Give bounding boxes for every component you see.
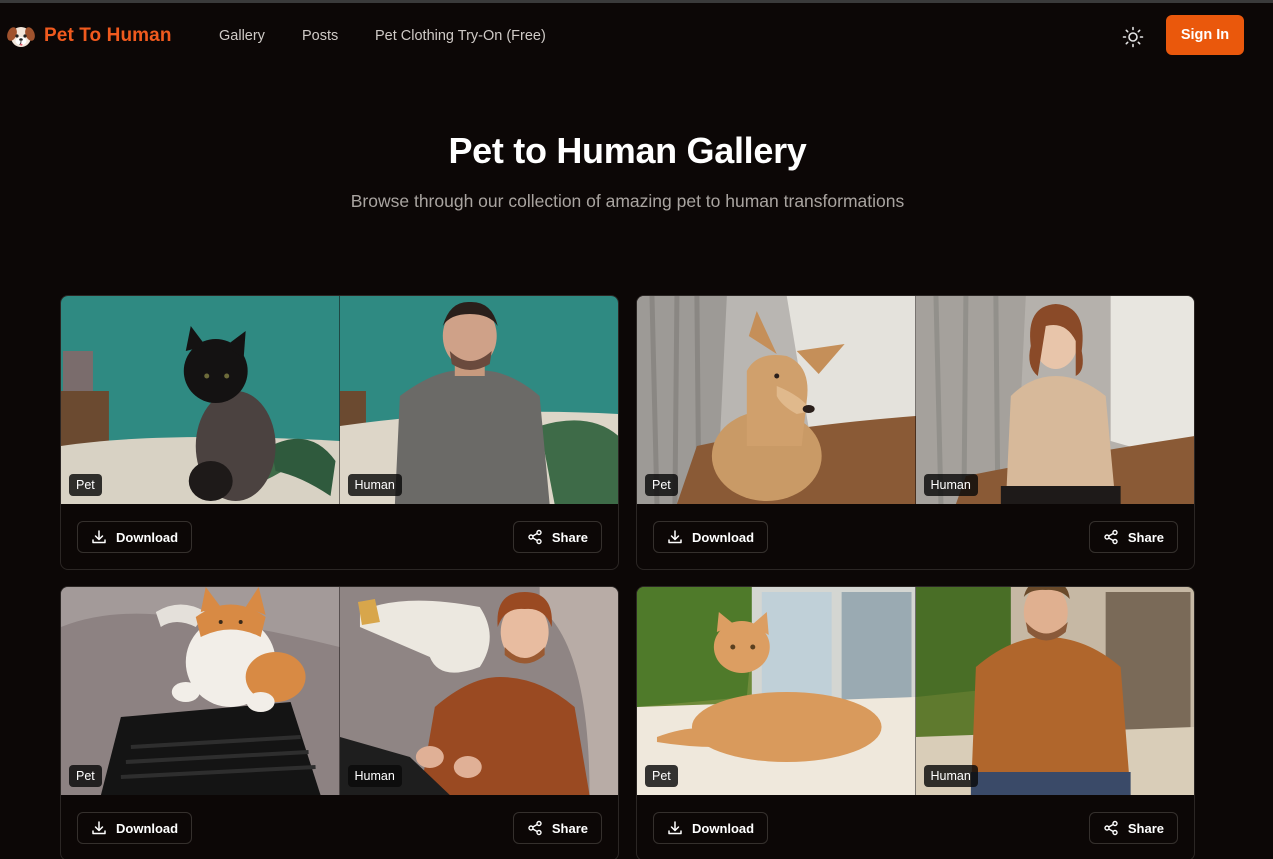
top-navigation: Pet To Human Gallery Posts Pet Clothing …: [0, 3, 1273, 69]
share-label: Share: [1127, 820, 1164, 836]
nav-link-pet-clothing-try-on[interactable]: Pet Clothing Try-On (Free): [375, 28, 546, 44]
download-label: Download: [116, 820, 179, 836]
brand-link[interactable]: Pet To Human: [6, 21, 172, 51]
sun-icon[interactable]: [1121, 25, 1145, 49]
download-button[interactable]: Download: [77, 812, 193, 844]
download-label: Download: [692, 820, 755, 836]
share-label: Share: [551, 529, 588, 545]
pet-image[interactable]: Pet: [61, 587, 340, 795]
page-subtitle: Browse through our collection of amazing…: [350, 191, 905, 211]
share-button[interactable]: Share: [512, 812, 602, 844]
brand-name: Pet To Human: [44, 25, 172, 46]
page-title: Pet to Human Gallery: [448, 130, 807, 171]
gallery-card: Pet Human Download Share: [636, 586, 1195, 859]
human-image[interactable]: Human: [339, 296, 618, 504]
pet-tag: Pet: [69, 474, 102, 496]
human-image[interactable]: Human: [915, 296, 1194, 504]
share-icon: [528, 529, 542, 545]
pet-image[interactable]: Pet: [637, 296, 916, 504]
pet-tag: Pet: [69, 765, 102, 787]
share-button[interactable]: Share: [1088, 812, 1178, 844]
pet-tag: Pet: [645, 765, 678, 787]
pet-tag: Pet: [645, 474, 678, 496]
gallery-card: Pet Human Download Share: [60, 586, 619, 859]
sign-in-button[interactable]: Sign In: [1166, 15, 1244, 55]
gallery-card: Pet Human Download Share: [636, 295, 1195, 570]
download-icon: [92, 530, 106, 544]
nav-link-gallery[interactable]: Gallery: [219, 28, 265, 44]
nav-link-posts[interactable]: Posts: [302, 28, 338, 44]
download-label: Download: [692, 529, 755, 545]
download-button[interactable]: Download: [77, 521, 193, 553]
share-label: Share: [551, 820, 588, 836]
share-label: Share: [1127, 529, 1164, 545]
share-button[interactable]: Share: [512, 521, 602, 553]
share-button[interactable]: Share: [1088, 521, 1178, 553]
share-icon: [1104, 820, 1118, 836]
pet-image[interactable]: Pet: [61, 296, 340, 504]
human-image[interactable]: Human: [339, 587, 618, 795]
download-label: Download: [116, 529, 179, 545]
download-icon: [668, 821, 682, 835]
share-icon: [1104, 529, 1118, 545]
pet-image[interactable]: Pet: [637, 587, 916, 795]
share-icon: [528, 820, 542, 836]
download-button[interactable]: Download: [653, 521, 769, 553]
dog-face-icon: [7, 27, 35, 47]
human-tag: Human: [347, 474, 402, 496]
download-icon: [668, 530, 682, 544]
download-button[interactable]: Download: [653, 812, 769, 844]
download-icon: [92, 821, 106, 835]
gallery-card: Pet Human Download Share: [60, 295, 619, 570]
human-tag: Human: [923, 474, 978, 496]
human-image[interactable]: Human: [915, 587, 1194, 795]
human-tag: Human: [923, 765, 978, 787]
human-tag: Human: [347, 765, 402, 787]
